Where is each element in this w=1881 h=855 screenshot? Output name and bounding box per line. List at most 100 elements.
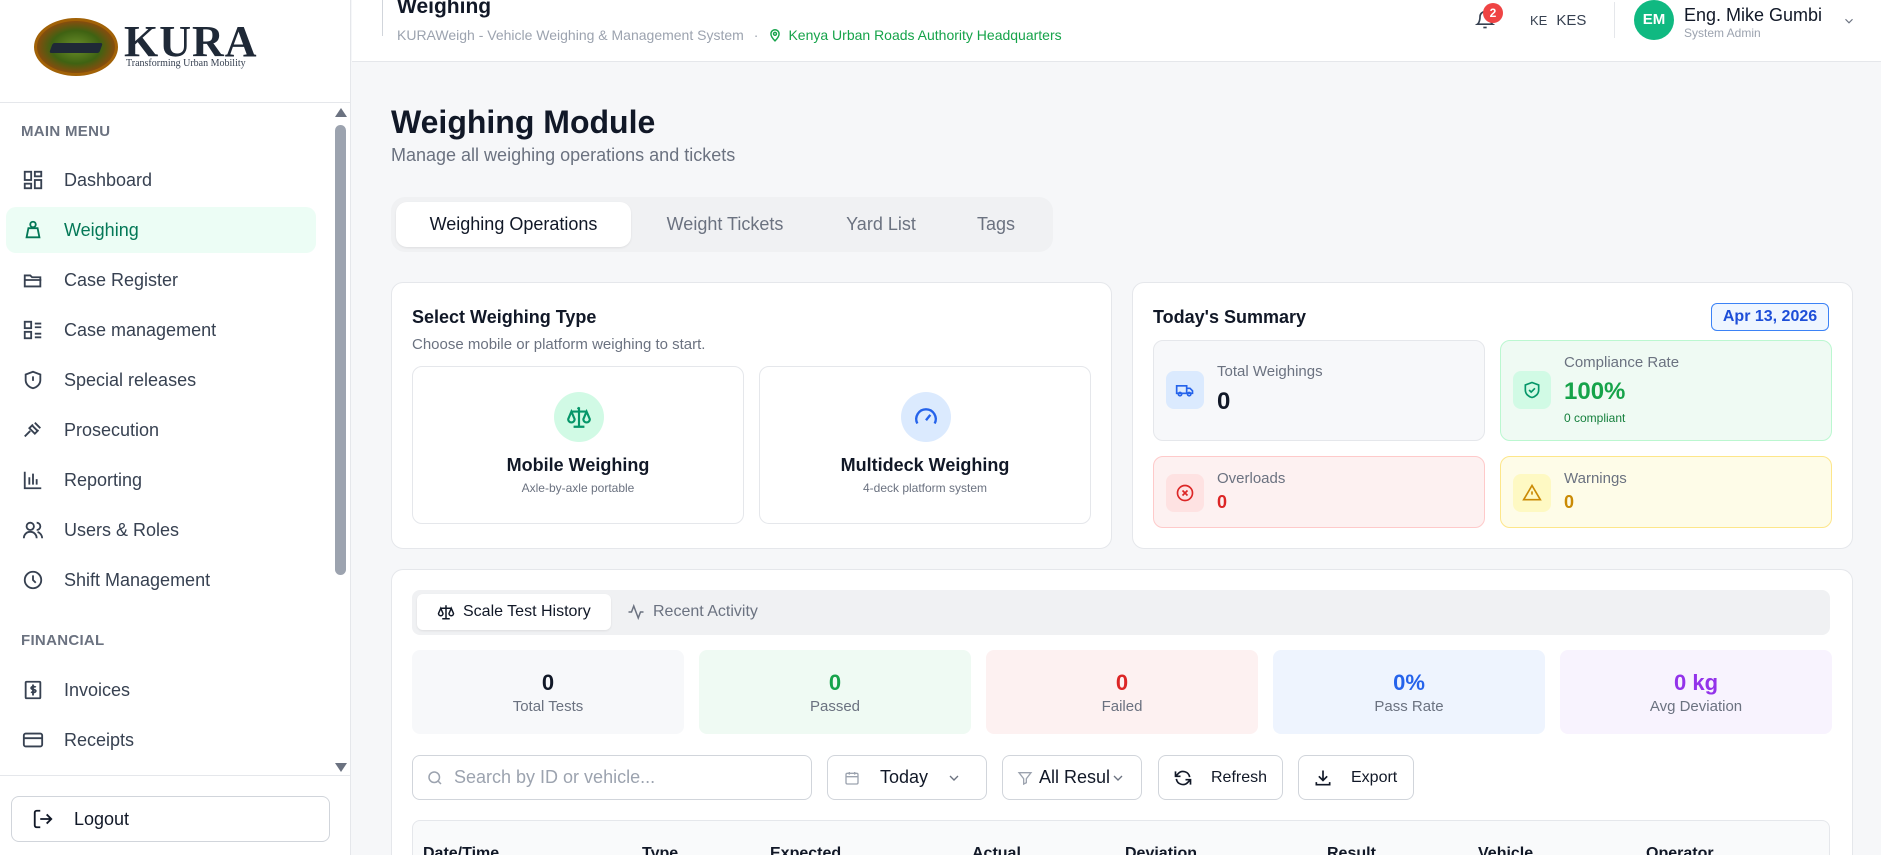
system-name: KURAWeigh - Vehicle Weighing & Managemen… bbox=[397, 27, 744, 43]
kpi-total-tests: 0 Total Tests bbox=[412, 650, 684, 734]
separator-dot: · bbox=[753, 27, 759, 43]
shield-check-icon bbox=[1513, 371, 1551, 409]
mobile-weighing-option[interactable]: Mobile Weighing Axle-by-axle portable bbox=[412, 366, 744, 524]
truck-icon bbox=[1166, 371, 1204, 409]
weight-icon bbox=[21, 218, 45, 242]
export-label: Export bbox=[1351, 768, 1398, 786]
kpi-value: 0 bbox=[1115, 670, 1129, 695]
folder-open-icon bbox=[21, 268, 45, 292]
multideck-weighing-option[interactable]: Multideck Weighing 4-deck platform syste… bbox=[759, 366, 1091, 524]
date-filter-select[interactable]: Today bbox=[827, 755, 987, 800]
warning-triangle-icon bbox=[1513, 474, 1551, 512]
download-icon bbox=[1315, 770, 1331, 785]
brand-tagline: Transforming Urban Mobility bbox=[126, 58, 246, 69]
user-name[interactable]: Eng. Mike Gumbi bbox=[1684, 5, 1822, 26]
kpi-value: 0 kg bbox=[1673, 670, 1719, 695]
tab-tags[interactable]: Tags bbox=[947, 202, 1045, 247]
calendar-icon bbox=[845, 771, 859, 785]
kpi-value: 0 bbox=[828, 670, 842, 695]
stat-label: Overloads bbox=[1217, 470, 1286, 487]
sidebar-item-special-releases[interactable]: Special releases bbox=[6, 357, 316, 403]
dollar-document-icon bbox=[21, 678, 45, 702]
avatar[interactable]: EM bbox=[1634, 0, 1674, 40]
stat-warnings: Warnings 0 bbox=[1500, 456, 1832, 528]
logout-icon bbox=[33, 809, 53, 829]
header-divider bbox=[382, 0, 383, 36]
kpi-passed: 0 Passed bbox=[699, 650, 971, 734]
result-filter-value: All Resul bbox=[1039, 767, 1111, 787]
sidebar-item-label: Special releases bbox=[64, 369, 197, 390]
tab-weight-tickets[interactable]: Weight Tickets bbox=[635, 202, 815, 247]
header-subtitle: KURAWeigh - Vehicle Weighing & Managemen… bbox=[397, 27, 1062, 43]
column-header[interactable]: Operator bbox=[1646, 845, 1714, 855]
activity-icon bbox=[628, 603, 644, 621]
kpi-label: Avg Deviation bbox=[1649, 698, 1743, 715]
tab-weighing-operations[interactable]: Weighing Operations bbox=[396, 202, 631, 247]
users-icon bbox=[21, 518, 45, 542]
sidebar-item-case-management[interactable]: Case management bbox=[6, 307, 316, 353]
sidebar: KURA Transforming Urban Mobility MAIN ME… bbox=[0, 0, 351, 855]
chevron-down-icon bbox=[1113, 775, 1123, 781]
currency-selector[interactable]: KE KES bbox=[1530, 12, 1586, 29]
scroll-down-arrow-icon[interactable] bbox=[335, 763, 347, 772]
chevron-down-icon[interactable] bbox=[1842, 14, 1856, 28]
chevron-down-icon bbox=[949, 775, 959, 781]
kpi-pass-rate: 0% Pass Rate bbox=[1273, 650, 1545, 734]
export-button[interactable]: Export bbox=[1298, 755, 1414, 800]
scroll-up-arrow-icon[interactable] bbox=[335, 108, 347, 117]
refresh-button[interactable]: Refresh bbox=[1158, 755, 1283, 800]
sidebar-item-reporting[interactable]: Reporting bbox=[6, 457, 316, 503]
tab-scale-test-history[interactable]: Scale Test History bbox=[417, 594, 611, 630]
financial-label: FINANCIAL bbox=[21, 632, 105, 649]
user-role: System Admin bbox=[1684, 26, 1761, 40]
shield-icon bbox=[21, 368, 45, 392]
sidebar-item-shift-management[interactable]: Shift Management bbox=[6, 557, 316, 603]
weighing-type-subtitle: Choose mobile or platform weighing to st… bbox=[412, 336, 706, 353]
gauge-icon bbox=[901, 392, 951, 442]
stat-overloads: Overloads 0 bbox=[1153, 456, 1485, 528]
kura-emblem-logo bbox=[34, 18, 118, 76]
column-header[interactable]: Deviation bbox=[1125, 845, 1197, 855]
sidebar-item-label: Case management bbox=[64, 319, 217, 340]
weighing-type-title: Select Weighing Type bbox=[412, 307, 597, 327]
kpi-value: 0% bbox=[1393, 670, 1425, 695]
sidebar-item-invoices[interactable]: Invoices bbox=[6, 667, 316, 713]
sidebar-item-prosecution[interactable]: Prosecution bbox=[6, 407, 316, 453]
subtab-label: Recent Activity bbox=[653, 603, 758, 620]
kpi-avg-deviation: 0 kg Avg Deviation bbox=[1560, 650, 1832, 734]
column-header[interactable]: Type bbox=[642, 845, 678, 855]
column-header[interactable]: Actual bbox=[972, 845, 1021, 855]
column-header[interactable]: Vehicle bbox=[1478, 845, 1533, 855]
sidebar-item-label: Receipts bbox=[64, 729, 135, 750]
tab-yard-list[interactable]: Yard List bbox=[819, 202, 943, 247]
map-pin-icon bbox=[770, 29, 781, 42]
summary-date-badge: Apr 13, 2026 bbox=[1711, 303, 1829, 331]
scroll-thumb[interactable] bbox=[335, 125, 346, 575]
sidebar-item-weighing[interactable]: Weighing bbox=[6, 207, 316, 253]
scale-icon bbox=[437, 605, 455, 620]
sidebar-item-case-register[interactable]: Case Register bbox=[6, 257, 316, 303]
kpi-value: 0 bbox=[541, 670, 555, 695]
sidebar-item-receipts[interactable]: Receipts bbox=[6, 717, 316, 763]
column-header[interactable]: Result bbox=[1327, 845, 1376, 855]
tab-recent-activity[interactable]: Recent Activity bbox=[622, 594, 772, 630]
sidebar-scrollbar[interactable] bbox=[333, 106, 347, 772]
column-header[interactable]: Expected bbox=[770, 845, 841, 855]
sidebar-item-dashboard[interactable]: Dashboard bbox=[6, 157, 316, 203]
location: Kenya Urban Roads Authority Headquarters bbox=[768, 27, 1062, 43]
column-header[interactable]: Date/Time bbox=[423, 845, 499, 855]
sidebar-item-label: Users & Roles bbox=[64, 519, 180, 540]
stat-value: 0 bbox=[1564, 492, 1575, 512]
sidebar-item-label: Prosecution bbox=[64, 419, 160, 440]
search-input[interactable]: Search by ID or vehicle... bbox=[412, 755, 812, 800]
top-header: Weighing KURAWeigh - Vehicle Weighing & … bbox=[352, 0, 1881, 62]
logout-button[interactable]: Logout bbox=[11, 796, 330, 842]
sidebar-item-label: Weighing bbox=[64, 219, 139, 240]
stat-value: 100% bbox=[1564, 378, 1626, 405]
sidebar-item-users-roles[interactable]: Users & Roles bbox=[6, 507, 316, 553]
header-title: Weighing bbox=[397, 0, 492, 18]
result-filter-select[interactable]: All Resul bbox=[1002, 755, 1142, 800]
stat-label: Warnings bbox=[1564, 470, 1627, 487]
page-subtitle: Manage all weighing operations and ticke… bbox=[391, 145, 736, 165]
option-label: Mobile Weighing bbox=[506, 455, 650, 475]
